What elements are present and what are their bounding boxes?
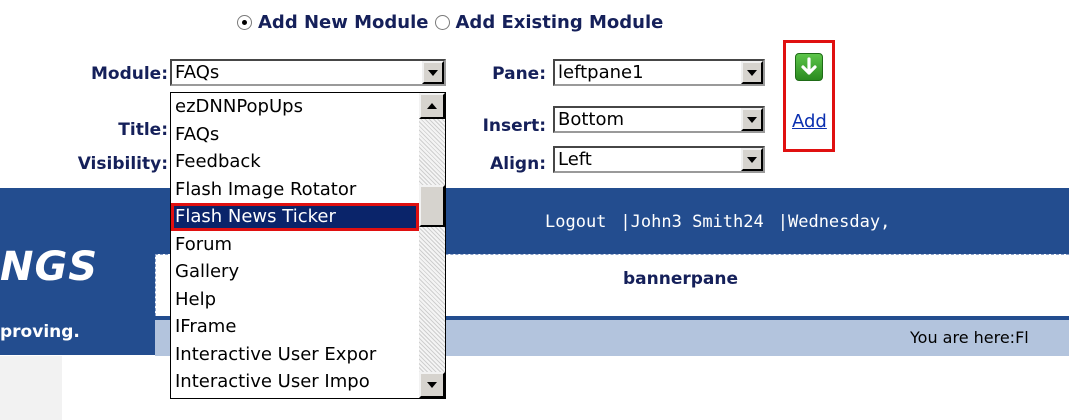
module-list-item[interactable]: Help (171, 286, 419, 314)
module-list-item[interactable]: Forum (171, 231, 419, 259)
logout-link[interactable]: Logout (545, 212, 606, 232)
module-list-items: ezDNNPopUps FAQs Feedback Flash Image Rotat… (171, 93, 419, 396)
module-dropdown-list[interactable]: ezDNNPopUps FAQs Feedback Flash Image Rotat… (170, 92, 446, 399)
align-label: Align: (490, 154, 546, 174)
insert-dropdown-button[interactable] (741, 108, 763, 131)
chevron-down-icon (747, 116, 757, 123)
breadcrumb: You are here:Fl (910, 328, 1029, 347)
pane-select[interactable]: leftpane1 (553, 59, 765, 86)
add-existing-module-option[interactable]: Add Existing Module (434, 11, 664, 33)
title-label: Title: (118, 120, 168, 140)
scroll-down-button[interactable] (419, 372, 445, 398)
module-select-value: FAQs (175, 62, 220, 83)
list-scrollbar[interactable] (419, 93, 445, 398)
down-arrow-icon (801, 57, 817, 75)
insert-label: Insert: (482, 116, 546, 136)
radio-unchecked-icon[interactable] (434, 14, 450, 30)
align-select-value: Left (558, 149, 592, 170)
module-select[interactable]: FAQs (170, 59, 446, 86)
module-list-item[interactable]: ezDNNPopUps (171, 93, 419, 121)
add-module-link[interactable]: Add (792, 111, 827, 132)
chevron-down-icon (747, 156, 757, 163)
add-new-module-option[interactable]: Add New Module (237, 12, 429, 33)
chevron-down-icon (427, 382, 437, 388)
banner-pane-title: bannerpane (623, 269, 739, 289)
pane-label: Pane: (492, 64, 546, 84)
module-list-item[interactable]: Interactive User Expor (171, 341, 419, 369)
module-mode-selector: Add New Module Add Existing Module (237, 8, 669, 36)
module-list-item[interactable]: Gallery (171, 258, 419, 286)
pane-select-value: leftpane1 (558, 62, 644, 83)
site-logo: NGS (0, 244, 99, 290)
module-label: Module: (90, 64, 168, 84)
user-name-link[interactable]: John3 Smith24 (631, 212, 764, 232)
site-slogan: proving. (0, 322, 80, 342)
add-module-highlight: Add (783, 40, 835, 152)
align-dropdown-button[interactable] (741, 148, 763, 171)
insert-select[interactable]: Bottom (553, 106, 765, 133)
scroll-up-button[interactable] (419, 93, 445, 119)
chevron-down-icon (428, 69, 438, 76)
nav-separator: | (620, 212, 631, 232)
nav-separator: | (777, 212, 788, 232)
add-new-module-label: Add New Module (258, 11, 429, 33)
insert-select-value: Bottom (558, 109, 625, 130)
add-module-icon-button[interactable] (795, 53, 823, 81)
module-list-item[interactable]: Interactive User Impo (171, 368, 419, 396)
top-nav: Logout |John3 Smith24 |Wednesday, (545, 212, 890, 232)
module-list-item[interactable]: FAQs (171, 121, 419, 149)
align-select[interactable]: Left (553, 146, 765, 173)
module-list-item[interactable]: IFrame (171, 313, 419, 341)
scroll-thumb[interactable] (419, 185, 445, 227)
module-list-item-selected[interactable]: Flash News Ticker (171, 203, 419, 231)
module-list-item[interactable]: Feedback (171, 148, 419, 176)
visibility-label: Visibility: (77, 154, 168, 174)
module-list-item[interactable]: Flash Image Rotator (171, 176, 419, 204)
module-dropdown-button[interactable] (422, 61, 444, 84)
pane-dropdown-button[interactable] (741, 61, 763, 84)
add-existing-module-label: Add Existing Module (455, 11, 664, 33)
current-date: Wednesday, (787, 212, 891, 232)
chevron-down-icon (747, 69, 757, 76)
radio-checked-icon[interactable] (237, 14, 252, 30)
left-sidebar (0, 356, 62, 420)
chevron-up-icon (427, 103, 437, 109)
